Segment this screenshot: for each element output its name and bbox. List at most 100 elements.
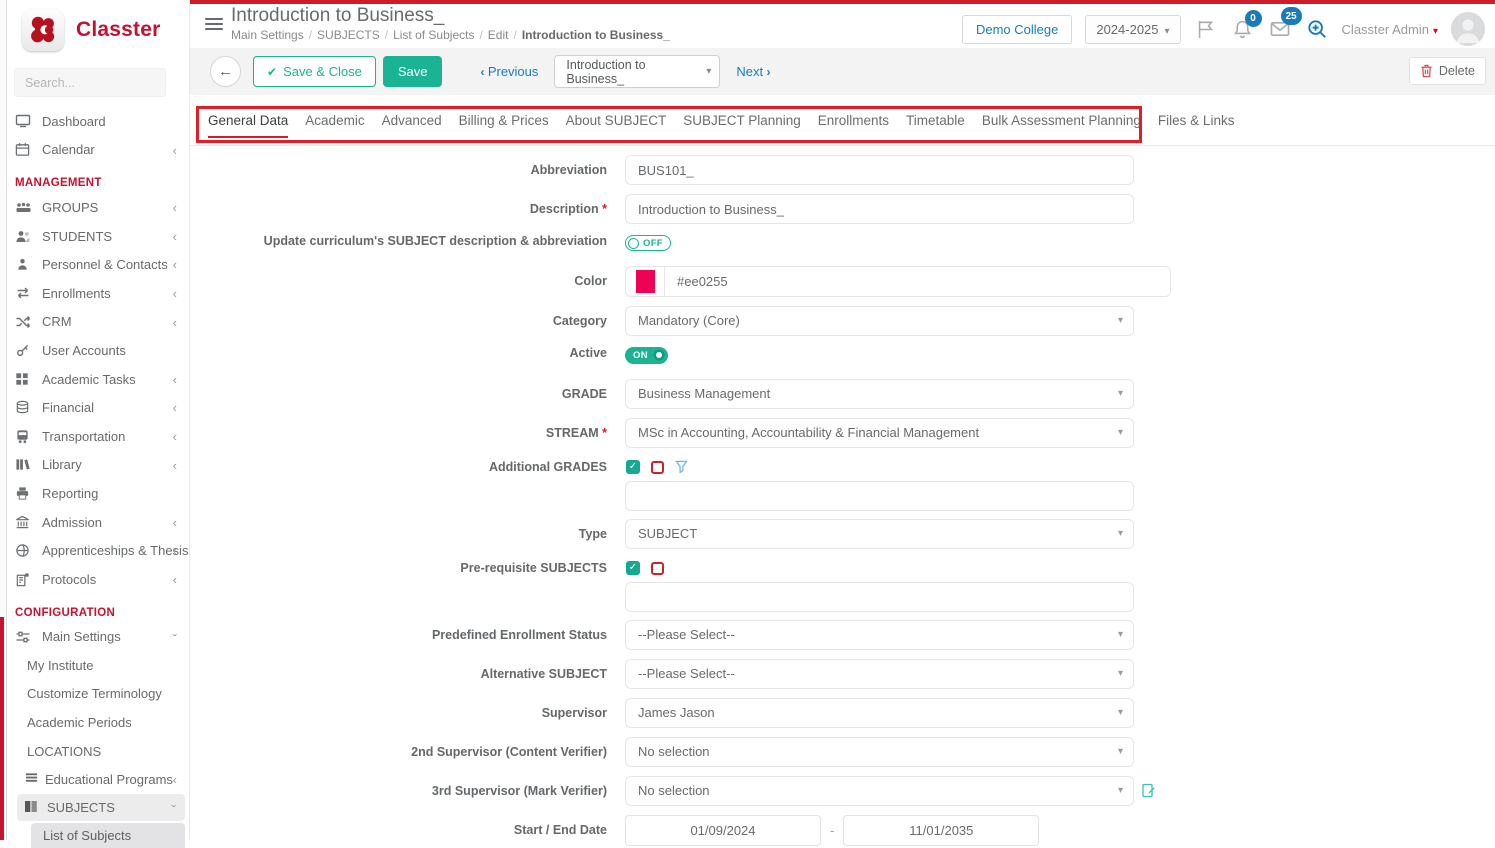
flag-icon[interactable] xyxy=(1194,17,1218,41)
category-select[interactable]: Mandatory (Core) xyxy=(625,306,1134,336)
sidebar-item-admission[interactable]: Admission ‹ xyxy=(0,508,189,537)
breadcrumb-item[interactable]: List of Subjects xyxy=(393,28,483,42)
printer-icon xyxy=(15,485,32,501)
next-record-link[interactable]: Next › xyxy=(736,64,770,79)
field-label: STREAM xyxy=(190,418,625,448)
sidebar-item-reporting[interactable]: Reporting xyxy=(0,479,189,508)
avatar[interactable] xyxy=(1451,12,1485,46)
predefined-enrollment-status-select[interactable]: --Please Select-- xyxy=(625,620,1134,650)
abbreviation-input[interactable] xyxy=(625,155,1134,185)
tab-enrollments[interactable]: Enrollments xyxy=(818,113,889,136)
breadcrumb-item[interactable]: Edit xyxy=(488,28,517,42)
chevron-down-icon: ˇ xyxy=(171,803,176,817)
sidebar-item-user-accounts[interactable]: User Accounts xyxy=(0,336,189,365)
sidebar-item-groups[interactable]: GROUPS ‹ xyxy=(0,193,189,222)
sidebar-item-academic-tasks[interactable]: Academic Tasks ‹ xyxy=(0,365,189,394)
sidebar-item-calendar[interactable]: Calendar ‹ xyxy=(0,136,189,165)
sidebar-item-students[interactable]: STUDENTS ‹ xyxy=(0,222,189,251)
delete-button[interactable]: Delete xyxy=(1409,57,1486,85)
institute-button[interactable]: Demo College xyxy=(962,15,1072,44)
chevron-left-icon: ‹ xyxy=(173,287,177,300)
stream-select[interactable]: MSc in Accounting, Accountability & Fina… xyxy=(625,418,1134,448)
save-button[interactable]: Save xyxy=(383,56,443,87)
sidebar-item-enrollments[interactable]: Enrollments ‹ xyxy=(0,279,189,308)
color-swatch-button[interactable] xyxy=(625,266,665,297)
tab-subject-planning[interactable]: SUBJECT Planning xyxy=(683,113,801,136)
chevron-left-icon: ‹ xyxy=(480,65,487,79)
second-supervisor-select[interactable]: No selection xyxy=(625,737,1134,767)
type-select[interactable]: SUBJECT xyxy=(625,519,1134,549)
alternative-subject-select[interactable]: --Please Select-- xyxy=(625,659,1134,689)
additional-grades-input[interactable] xyxy=(625,481,1134,511)
color-swatch xyxy=(636,270,655,293)
record-selector-dropdown[interactable]: Introduction to Business_ xyxy=(554,55,720,88)
messages-envelope-icon[interactable]: 25 xyxy=(1268,17,1292,41)
supervisor-select[interactable]: James Jason xyxy=(625,698,1134,728)
filter-funnel-icon[interactable] xyxy=(675,460,688,474)
select-all-icon[interactable]: ✓ xyxy=(626,561,640,575)
deselect-all-icon[interactable] xyxy=(651,562,664,575)
sidebar-item-protocols[interactable]: Protocols ‹ xyxy=(0,565,189,594)
start-date-input[interactable] xyxy=(625,815,821,846)
academic-year-selector[interactable]: 2024-2025▾ xyxy=(1085,15,1180,44)
update-curriculum-toggle[interactable]: OFF xyxy=(625,235,671,251)
third-supervisor-select[interactable]: No selection xyxy=(625,776,1134,806)
tab-about-subject[interactable]: About SUBJECT xyxy=(566,113,667,136)
sidebar-item-subjects[interactable]: SUBJECTS ˇ xyxy=(17,794,185,821)
check-icon: ✔ xyxy=(267,65,277,79)
sidebar-item-customize-terminology[interactable]: Customize Terminology xyxy=(0,680,189,709)
chevron-left-icon: ‹ xyxy=(173,544,177,557)
sidebar-item-main-settings[interactable]: Main Settings ˇ xyxy=(0,623,189,652)
grade-select[interactable]: Business Management xyxy=(625,379,1134,409)
breadcrumb-item-current: Introduction to Business_ xyxy=(522,28,670,42)
save-and-close-button[interactable]: ✔Save & Close xyxy=(253,56,376,87)
notifications-bell-icon[interactable]: 0 xyxy=(1231,17,1255,41)
tab-bulk-assessment-planning[interactable]: Bulk Assessment Planning xyxy=(982,113,1141,136)
breadcrumb-item[interactable]: Main Settings xyxy=(231,28,312,42)
sidebar-item-locations[interactable]: LOCATIONS xyxy=(0,737,189,766)
field-label: Pre-requisite SUBJECTS xyxy=(190,558,625,612)
edit-note-icon[interactable] xyxy=(1142,783,1155,798)
sidebar-item-educational-programs[interactable]: Educational Programs ‹ xyxy=(0,765,189,794)
tab-general-data[interactable]: General Data xyxy=(208,113,288,138)
tab-timetable[interactable]: Timetable xyxy=(906,113,965,136)
sidebar-item-dashboard[interactable]: Dashboard xyxy=(0,107,189,136)
sidebar-item-academic-periods[interactable]: Academic Periods xyxy=(0,708,189,737)
tab-advanced[interactable]: Advanced xyxy=(382,113,442,136)
chevron-left-icon: ‹ xyxy=(173,459,177,472)
tab-billing-prices[interactable]: Billing & Prices xyxy=(459,113,549,136)
chevron-right-icon: › xyxy=(763,65,770,79)
breadcrumb-item[interactable]: SUBJECTS xyxy=(317,28,388,42)
sidebar-item-library[interactable]: Library ‹ xyxy=(0,451,189,480)
sidebar-item-apprenticeships-thesis[interactable]: Apprenticeships & Thesis ‹ xyxy=(0,536,189,565)
prerequisite-subjects-input[interactable] xyxy=(625,582,1134,612)
description-input[interactable] xyxy=(625,194,1134,224)
sidebar-item-crm[interactable]: CRM ‹ xyxy=(0,308,189,337)
search-input[interactable] xyxy=(14,68,166,97)
sidebar-item-financial[interactable]: Financial ‹ xyxy=(0,393,189,422)
sidebar-item-transportation[interactable]: Transportation ‹ xyxy=(0,422,189,451)
tab-files-links[interactable]: Files & Links xyxy=(1158,113,1235,136)
user-menu[interactable]: Classter Admin▾ xyxy=(1342,22,1438,37)
chevron-left-icon: ‹ xyxy=(173,516,177,529)
active-toggle[interactable]: ON xyxy=(625,347,668,364)
deselect-all-icon[interactable] xyxy=(651,461,664,474)
previous-record-link[interactable]: ‹ Previous xyxy=(480,64,538,79)
zoom-search-icon[interactable] xyxy=(1305,17,1329,41)
sliders-icon xyxy=(15,629,32,645)
menu-toggle-icon[interactable] xyxy=(205,15,223,33)
books-icon xyxy=(15,457,32,473)
back-button[interactable]: ← xyxy=(210,56,241,87)
tab-academic[interactable]: Academic xyxy=(305,113,364,136)
color-input[interactable] xyxy=(665,266,1171,297)
brand-logo[interactable]: Classter xyxy=(0,0,189,57)
select-all-icon[interactable]: ✓ xyxy=(626,460,640,474)
field-label: Update curriculum's SUBJECT description … xyxy=(190,233,625,252)
chevron-left-icon: ‹ xyxy=(173,201,177,214)
key-icon xyxy=(15,342,32,358)
sidebar-nav: Dashboard Calendar ‹ MANAGEMENT GROUPS ‹… xyxy=(0,103,189,848)
end-date-input[interactable] xyxy=(843,815,1039,846)
sidebar-item-personnel-contacts[interactable]: Personnel & Contacts ‹ xyxy=(0,250,189,279)
sidebar-item-my-institute[interactable]: My Institute xyxy=(0,651,189,680)
sidebar-item-list-of-subjects[interactable]: List of Subjects xyxy=(31,823,185,848)
